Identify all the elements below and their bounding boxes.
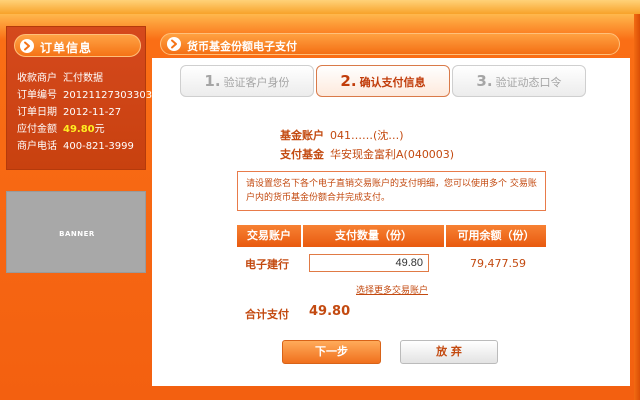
top-strip [0,0,640,14]
pay-amount-input[interactable] [309,254,429,272]
banner-placeholder: BANNER [6,191,146,273]
pay-fund-line: 支付基金 华安现金富利A(040003) [280,148,455,161]
pay-fund-value: 华安现金富利A(040003) [330,148,455,161]
amount-due: 49.80 [63,124,95,135]
chevron-right-icon [20,39,34,53]
order-row-phone: 商户电话 400-821-3999 [17,141,134,152]
order-info-panel: 订单信息 收款商户 汇付数据 订单编号 20121127303303 订单日期 201… [6,26,153,170]
fund-account-value: 041……(沈…) [330,129,404,142]
notice-box: 请设置您名下各个电子直销交易账户的支付明细，您可以使用多个 交易账户内的货币基金… [237,171,546,211]
banner-text: BANNER [59,230,95,238]
order-row-merchant: 收款商户 汇付数据 [17,73,103,84]
right-edge [634,14,640,400]
account-name: 电子建行 [245,258,289,271]
available-balance: 79,477.59 [470,257,526,270]
step-verify-otp: 3. 验证动态口令 [452,65,586,97]
next-step-button[interactable]: 下一步 [282,340,381,364]
more-accounts-link[interactable]: 选择更多交易账户 [356,283,428,296]
cancel-button[interactable]: 放 弃 [400,340,498,364]
order-row-date: 订单日期 2012-11-27 [17,107,122,118]
fund-account-line: 基金账户 041……(沈…) [280,129,404,142]
col-header-amount: 支付数量（份） [303,225,444,247]
order-row-amount: 应付金额 49.80元 [17,124,105,135]
col-header-account: 交易账户 [237,225,301,247]
chevron-right-icon [167,37,181,51]
col-header-balance: 可用余额（份） [446,225,546,247]
main-header: 货币基金份额电子支付 [160,33,620,55]
main-title: 货币基金份额电子支付 [187,40,297,53]
step-verify-identity: 1. 验证客户身份 [180,65,314,97]
step-confirm-payment: 2. 确认支付信息 [316,65,450,97]
order-row-number: 订单编号 20121127303303 [17,90,153,101]
order-info-header: 订单信息 [14,34,141,57]
main-panel: 1. 验证客户身份 2. 确认支付信息 3. 验证动态口令 基金账户 041……(沈…)… [152,58,630,386]
total-value: 49.80 [309,304,351,319]
order-info-title: 订单信息 [40,41,93,55]
total-label: 合计支付 [245,308,289,321]
